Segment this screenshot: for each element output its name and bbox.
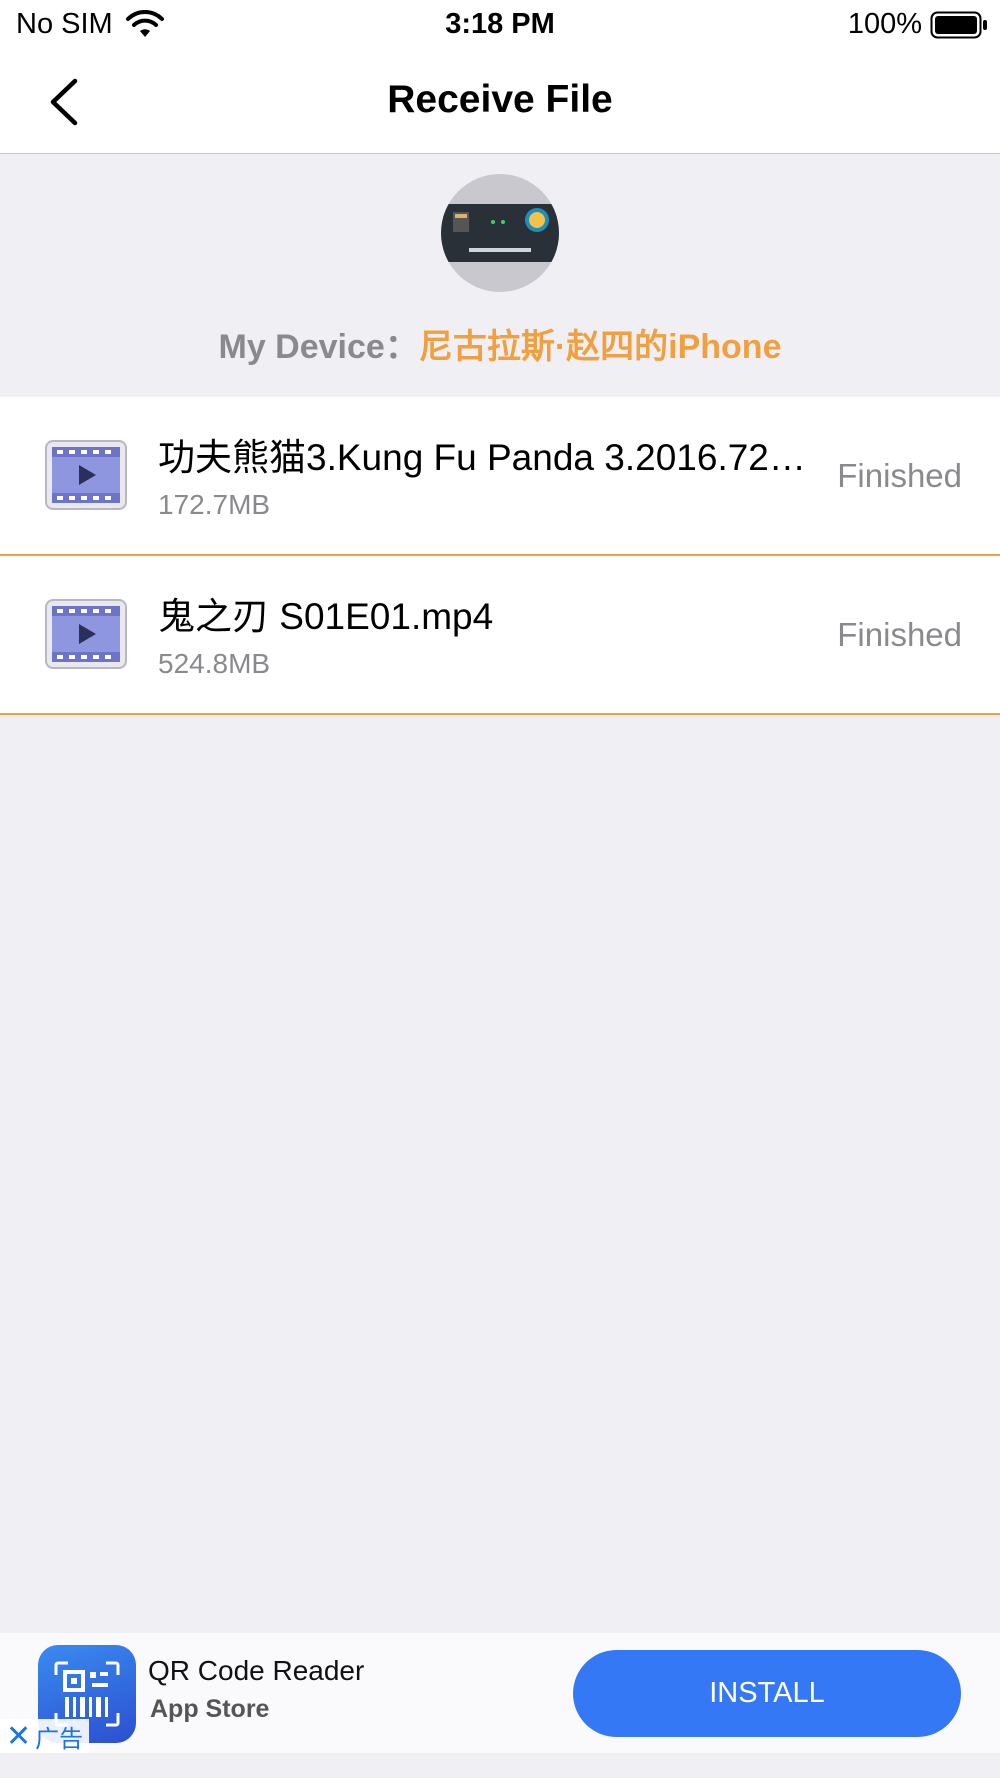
ad-tag-label: 广告: [35, 1725, 84, 1753]
battery-percent: 100%: [847, 8, 922, 40]
device-name: 尼古拉斯·赵四的iPhone: [418, 328, 782, 366]
file-size: 172.7MB: [158, 489, 271, 520]
navigation-bar: Receive File: [0, 50, 1000, 154]
device-avatar: [441, 174, 559, 292]
device-screenshot-image: [441, 204, 559, 262]
file-list: 功夫熊猫3.Kung Fu Panda 3.2016.720p 172.7MB …: [0, 397, 1000, 715]
ad-store-label: App Store: [150, 1695, 270, 1723]
status-bar: No SIM 3:18 PM 100%: [0, 0, 1000, 50]
file-name: 鬼之刃 S01E01.mp4: [158, 596, 494, 637]
ad-banner[interactable]: QR Code Reader App Store INSTALL ✕ 广告: [0, 1633, 1000, 1753]
ad-app-name: QR Code Reader: [148, 1655, 365, 1686]
device-label: My Device：: [218, 328, 419, 366]
video-file-icon: [45, 440, 127, 510]
install-button[interactable]: INSTALL: [573, 1650, 961, 1737]
file-row[interactable]: 鬼之刃 S01E01.mp4 524.8MB Finished: [0, 556, 1000, 715]
ad-tag: ✕ 广告: [0, 1719, 90, 1754]
file-status: Finished: [837, 457, 962, 494]
page-title: Receive File: [387, 78, 613, 121]
file-status: Finished: [837, 616, 962, 653]
close-icon[interactable]: ✕: [6, 1719, 31, 1754]
file-row[interactable]: 功夫熊猫3.Kung Fu Panda 3.2016.720p 172.7MB …: [0, 397, 1000, 556]
status-right: 100%: [848, 8, 988, 41]
video-file-icon: [45, 599, 127, 669]
battery-icon: [930, 11, 987, 38]
file-name: 功夫熊猫3.Kung Fu Panda 3.2016.720p: [158, 437, 808, 478]
file-size: 524.8MB: [158, 648, 271, 679]
device-header: My Device：尼古拉斯·赵四的iPhone: [0, 155, 1000, 397]
device-info: My Device：尼古拉斯·赵四的iPhone: [0, 319, 1000, 368]
